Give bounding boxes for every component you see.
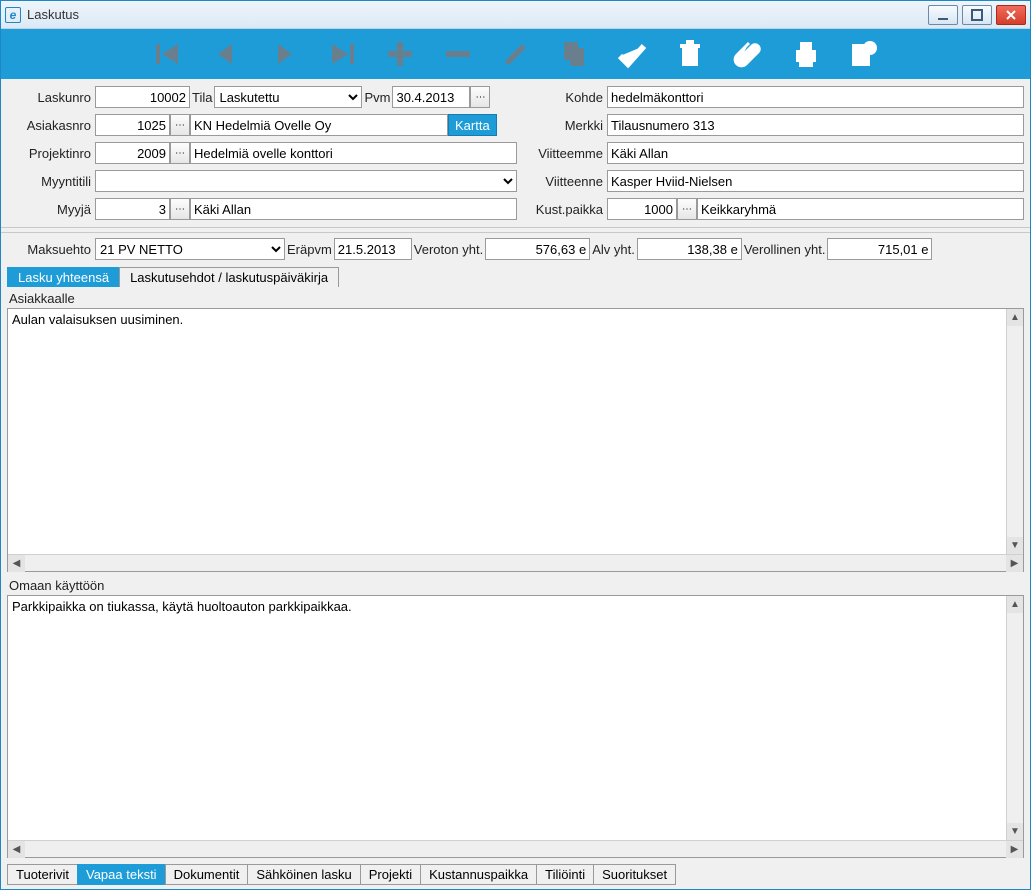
window-controls (928, 5, 1026, 25)
viitteemme-label: Viitteemme (517, 146, 607, 161)
omaan-textarea[interactable]: Parkkipaikka on tiukassa, käytä huoltoau… (8, 596, 1023, 841)
myyja-lookup-button[interactable]: ⋯ (170, 198, 190, 220)
projektinro-input[interactable] (95, 142, 170, 164)
projektinro-lookup-button[interactable]: ⋯ (170, 142, 190, 164)
kohde-label: Kohde (517, 90, 607, 105)
kustpaikka-name-input[interactable] (697, 198, 1024, 220)
projektinro-label: Projektinro (7, 146, 95, 161)
erapvm-label: Eräpvm (285, 242, 334, 257)
kartta-button[interactable]: Kartta (448, 114, 497, 136)
omaan-label: Omaan käyttöön (7, 576, 1024, 595)
tab-dokumentit[interactable]: Dokumentit (165, 864, 249, 885)
edit-icon[interactable] (496, 34, 536, 74)
scroll-left-icon[interactable]: ◀ (8, 555, 25, 572)
maximize-button[interactable] (962, 5, 992, 25)
export-icon[interactable] (844, 34, 884, 74)
laskunro-input[interactable] (95, 86, 190, 108)
pvm-picker-button[interactable]: ⋯ (470, 86, 490, 108)
print-icon[interactable] (786, 34, 826, 74)
scroll-right-icon[interactable]: ▶ (1006, 841, 1023, 858)
first-record-icon[interactable] (148, 34, 188, 74)
myyntitili-select[interactable] (95, 170, 517, 192)
vertical-scrollbar[interactable]: ▲ ▼ (1006, 596, 1023, 841)
scroll-up-icon[interactable]: ▲ (1007, 309, 1023, 326)
asiakkaalle-textarea[interactable]: Aulan valaisuksen uusiminen. (8, 309, 1023, 554)
bottom-tabs: Tuoterivit Vapaa teksti Dokumentit Sähkö… (1, 860, 1030, 889)
myyja-label: Myyjä (7, 202, 95, 217)
minimize-button[interactable] (928, 5, 958, 25)
tab-tuoterivit[interactable]: Tuoterivit (7, 864, 78, 885)
maksuehto-label: Maksuehto (7, 242, 95, 257)
projekti-name-input[interactable] (190, 142, 517, 164)
tila-label: Tila (190, 90, 214, 105)
add-icon[interactable] (380, 34, 420, 74)
subtab-lasku-yhteensa[interactable]: Lasku yhteensä (7, 267, 120, 287)
scroll-down-icon[interactable]: ▼ (1007, 823, 1023, 840)
omaan-textarea-wrap: Parkkipaikka on tiukassa, käytä huoltoau… (7, 595, 1024, 859)
maksuehto-select[interactable]: 21 PV NETTO (95, 238, 285, 260)
prev-record-icon[interactable] (206, 34, 246, 74)
tab-vapaa-teksti[interactable]: Vapaa teksti (77, 864, 166, 885)
alv-input[interactable] (637, 238, 742, 260)
pvm-label: Pvm (362, 90, 392, 105)
trash-icon[interactable] (670, 34, 710, 74)
tab-suoritukset[interactable]: Suoritukset (593, 864, 676, 885)
kustpaikka-label: Kust.paikka (517, 202, 607, 217)
merkki-input[interactable] (607, 114, 1024, 136)
divider (1, 227, 1030, 233)
close-button[interactable] (996, 5, 1026, 25)
scroll-right-icon[interactable]: ▶ (1006, 555, 1023, 572)
attachment-icon[interactable] (728, 34, 768, 74)
form-area: Laskunro Tila Laskutettu Pvm ⋯ Kohde Asi… (1, 79, 1030, 225)
asiakkaalle-textarea-wrap: Aulan valaisuksen uusiminen. ▲ ▼ ◀ ▶ (7, 308, 1024, 572)
veroton-input[interactable] (485, 238, 590, 260)
titlebar: e Laskutus (1, 1, 1030, 29)
verollinen-label: Verollinen yht. (742, 242, 828, 257)
kohde-input[interactable] (607, 86, 1024, 108)
confirm-icon[interactable] (612, 34, 652, 74)
tab-sahkoinen-lasku[interactable]: Sähköinen lasku (247, 864, 360, 885)
myyntitili-label: Myyntitili (7, 174, 95, 189)
content-area: Laskunro Tila Laskutettu Pvm ⋯ Kohde Asi… (1, 79, 1030, 889)
tila-select[interactable]: Laskutettu (214, 86, 362, 108)
verollinen-input[interactable] (827, 238, 932, 260)
horizontal-scrollbar[interactable]: ◀ ▶ (8, 554, 1023, 571)
asiakasnro-input[interactable] (95, 114, 170, 136)
tab-projekti[interactable]: Projekti (360, 864, 421, 885)
window-title: Laskutus (27, 7, 928, 22)
app-icon: e (5, 7, 21, 23)
alv-label: Alv yht. (590, 242, 637, 257)
subtab-laskutusehdot[interactable]: Laskutusehdot / laskutuspäiväkirja (119, 267, 339, 287)
app-window: e Laskutus (0, 0, 1031, 890)
viitteenne-label: Viitteenne (517, 174, 607, 189)
kustpaikka-lookup-button[interactable]: ⋯ (677, 198, 697, 220)
scroll-left-icon[interactable]: ◀ (8, 841, 25, 858)
scroll-up-icon[interactable]: ▲ (1007, 596, 1023, 613)
tab-kustannuspaikka[interactable]: Kustannuspaikka (420, 864, 537, 885)
subtabs: Lasku yhteensä Laskutusehdot / laskutusp… (1, 265, 1030, 287)
myyja-input[interactable] (95, 198, 170, 220)
tab-tilioniti[interactable]: Tiliöinti (536, 864, 594, 885)
last-record-icon[interactable] (322, 34, 362, 74)
viitteemme-input[interactable] (607, 142, 1024, 164)
erapvm-input[interactable] (334, 238, 412, 260)
asiakas-name-input[interactable] (190, 114, 448, 136)
veroton-label: Veroton yht. (412, 242, 485, 257)
vertical-scrollbar[interactable]: ▲ ▼ (1006, 309, 1023, 554)
remove-icon[interactable] (438, 34, 478, 74)
next-record-icon[interactable] (264, 34, 304, 74)
toolbar (1, 29, 1030, 79)
horizontal-scrollbar[interactable]: ◀ ▶ (8, 840, 1023, 857)
asiakkaalle-label: Asiakkaalle (7, 289, 1024, 308)
viitteenne-input[interactable] (607, 170, 1024, 192)
kustpaikka-input[interactable] (607, 198, 677, 220)
asiakasnro-lookup-button[interactable]: ⋯ (170, 114, 190, 136)
scroll-down-icon[interactable]: ▼ (1007, 537, 1023, 554)
asiakasnro-label: Asiakasnro (7, 118, 95, 133)
pvm-input[interactable] (392, 86, 470, 108)
laskunro-label: Laskunro (7, 90, 95, 105)
myyja-name-input[interactable] (190, 198, 517, 220)
merkki-label: Merkki (517, 118, 607, 133)
copy-icon[interactable] (554, 34, 594, 74)
